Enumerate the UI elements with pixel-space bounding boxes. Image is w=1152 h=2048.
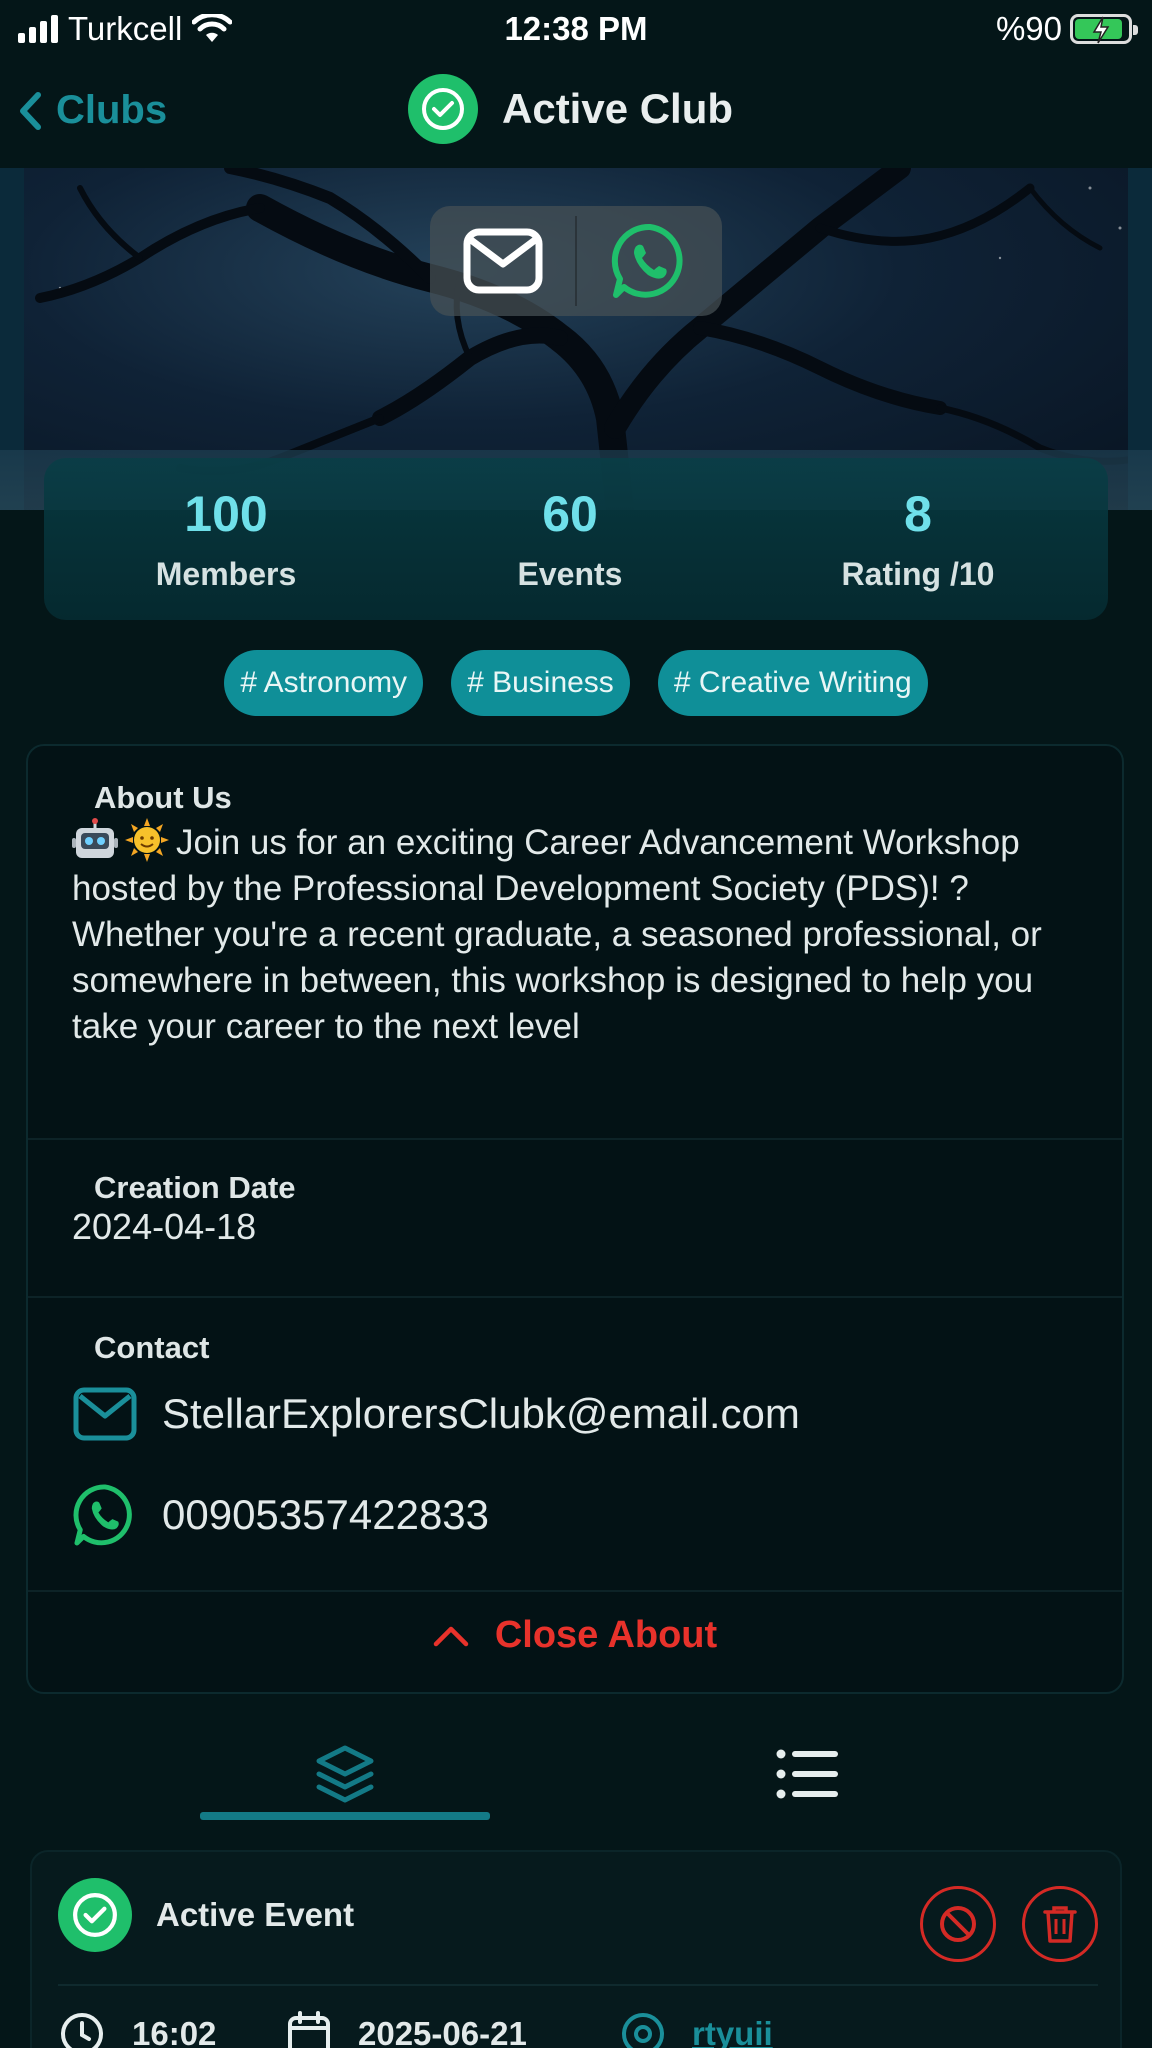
creation-date-value: 2024-04-18: [72, 1206, 257, 1247]
about-card: About Us Join us for an exciting Career …: [26, 744, 1124, 1694]
tag-creative-writing[interactable]: # Creative Writing: [657, 650, 928, 716]
club-tags: # Astronomy # Business # Creative Writin…: [0, 650, 1152, 716]
delete-event-button[interactable]: [1022, 1886, 1098, 1962]
content-tabs: [0, 1726, 1152, 1822]
whatsapp-icon: [611, 223, 683, 298]
event-card[interactable]: Active Event 16:02 2025-06-21 rtyuii: [30, 1850, 1122, 2048]
active-tab-indicator: [200, 1812, 490, 1820]
close-about-label: Close About: [494, 1614, 718, 1656]
stat-label: Rating /10: [841, 556, 995, 592]
chevron-up-icon: [433, 1626, 469, 1646]
stat-members: 100 Members: [66, 486, 386, 593]
event-location[interactable]: rtyuii: [620, 2010, 773, 2048]
stat-events: 60 Events: [410, 486, 730, 593]
page-title: Active Club: [502, 85, 734, 132]
clock-icon: [61, 2013, 103, 2048]
club-detail-screen: Turkcell 12:38 PM %90 Clubs Active Club …: [0, 0, 1152, 2048]
about-text: Join us for an exciting Career Advanceme…: [72, 823, 1042, 1046]
back-label: Clubs: [56, 88, 168, 132]
tab-layers[interactable]: [200, 1726, 490, 1822]
contact-phone: 00905357422833: [162, 1491, 490, 1538]
whatsapp-icon: [73, 1484, 132, 1546]
whatsapp-contact-button[interactable]: [577, 206, 722, 316]
contact-label: Contact: [94, 1330, 210, 1365]
trash-icon: [1043, 1906, 1077, 1943]
battery-percent: %90: [995, 10, 1062, 47]
about-description: Join us for an exciting Career Advanceme…: [72, 818, 1092, 1050]
contact-email: StellarExplorersClubk@email.com: [162, 1390, 800, 1437]
status-bar: Turkcell 12:38 PM %90: [0, 0, 1152, 60]
mail-icon: [463, 228, 542, 294]
check-circle-icon: [58, 1878, 132, 1952]
email-contact-button[interactable]: [430, 206, 575, 316]
list-icon: [776, 1749, 838, 1799]
event-time-value: 16:02: [132, 2015, 217, 2048]
stat-rating: 8 Rating /10: [758, 486, 1078, 593]
navigation-bar: Clubs Active Club: [0, 66, 1152, 166]
check-circle-icon: [408, 74, 478, 144]
chevron-left-icon: [20, 91, 41, 130]
club-stats: 100 Members 60 Events 8 Rating /10: [44, 458, 1108, 620]
robot-emoji: [72, 818, 118, 858]
stat-label: Events: [517, 556, 623, 592]
event-location-value: rtyuii: [692, 2015, 773, 2048]
stat-label: Members: [155, 556, 297, 592]
mail-icon: [73, 1387, 137, 1441]
calendar-icon: [288, 2011, 330, 2048]
sun-emoji: [125, 818, 169, 862]
event-date-value: 2025-06-21: [358, 2015, 527, 2048]
event-date: 2025-06-21: [286, 2010, 527, 2048]
about-heading: About Us: [94, 780, 232, 815]
creation-date-label: Creation Date: [94, 1170, 296, 1205]
back-button[interactable]: Clubs: [18, 88, 167, 133]
battery-icon: [1070, 14, 1138, 44]
quick-contact-bar: [430, 206, 722, 316]
event-status-label: Active Event: [156, 1896, 355, 1933]
cancel-event-button[interactable]: [920, 1886, 996, 1962]
stat-value: 100: [184, 486, 268, 542]
contact-phone-row[interactable]: 00905357422833: [72, 1482, 489, 1548]
event-time: 16:02: [58, 2010, 216, 2048]
ban-icon: [940, 1906, 976, 1942]
contact-email-row[interactable]: StellarExplorersClubk@email.com: [72, 1386, 800, 1442]
location-icon: [622, 2013, 664, 2048]
layers-icon: [316, 1745, 374, 1803]
stat-value: 8: [904, 486, 932, 542]
status-time: 12:38 PM: [504, 10, 648, 47]
tab-list[interactable]: [662, 1726, 952, 1822]
stat-value: 60: [542, 486, 598, 542]
tag-astronomy[interactable]: # Astronomy: [224, 650, 424, 716]
tag-business[interactable]: # Business: [451, 650, 630, 716]
close-about-button[interactable]: Close About: [28, 1614, 1122, 1657]
